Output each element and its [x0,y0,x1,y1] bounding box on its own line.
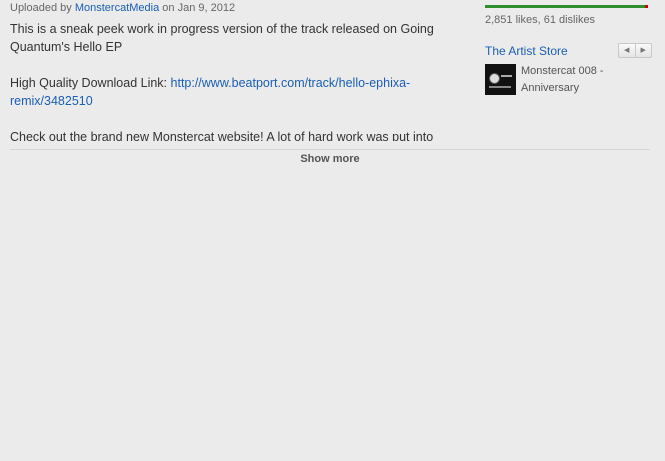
description-text-clip: This is a sneak peek work in progress ve… [10,15,450,141]
uploaded-by-label: Uploaded by [10,2,72,14]
artist-store-header: The Artist Store ◀ ▶ [485,43,655,59]
chevron-right-icon[interactable]: ▶ [634,44,652,57]
download-label: High Quality Download Link: [10,76,168,90]
description-body: This is a sneak peek work in progress ve… [10,20,450,141]
download-paragraph: High Quality Download Link: http://www.b… [10,74,450,110]
like-counts: 2,851 likes, 61 dislikes [485,14,596,26]
likes-fill [485,5,645,8]
uploader-link[interactable]: MonstercatMedia [75,2,159,14]
store-item-title: Monstercat 008 - Anniversary [521,65,604,94]
description-divider [10,149,650,150]
sidebar: 2,851 likes, 61 dislikes The Artist Stor… [485,0,655,97]
video-details-page: Uploaded by MonstercatMedia on Jan 9, 20… [0,0,665,461]
description-paragraph-website: Check out the brand new Monstercat websi… [10,130,434,141]
disc-icon [489,73,500,84]
store-item[interactable]: Monstercat 008 - Anniversary [485,63,655,97]
like-dislike-bar [485,5,648,8]
show-more-button[interactable]: Show more [0,151,660,167]
album-thumbnail [485,64,516,95]
description-panel: Uploaded by MonstercatMedia on Jan 9, 20… [10,0,450,141]
uploader-info: Uploaded by MonstercatMedia on Jan 9, 20… [10,1,450,15]
description-paragraph: This is a sneak peek work in progress ve… [10,22,434,54]
upload-date: on Jan 9, 2012 [162,2,236,14]
store-pager: ◀ ▶ [618,43,652,58]
chevron-left-icon[interactable]: ◀ [619,44,635,57]
